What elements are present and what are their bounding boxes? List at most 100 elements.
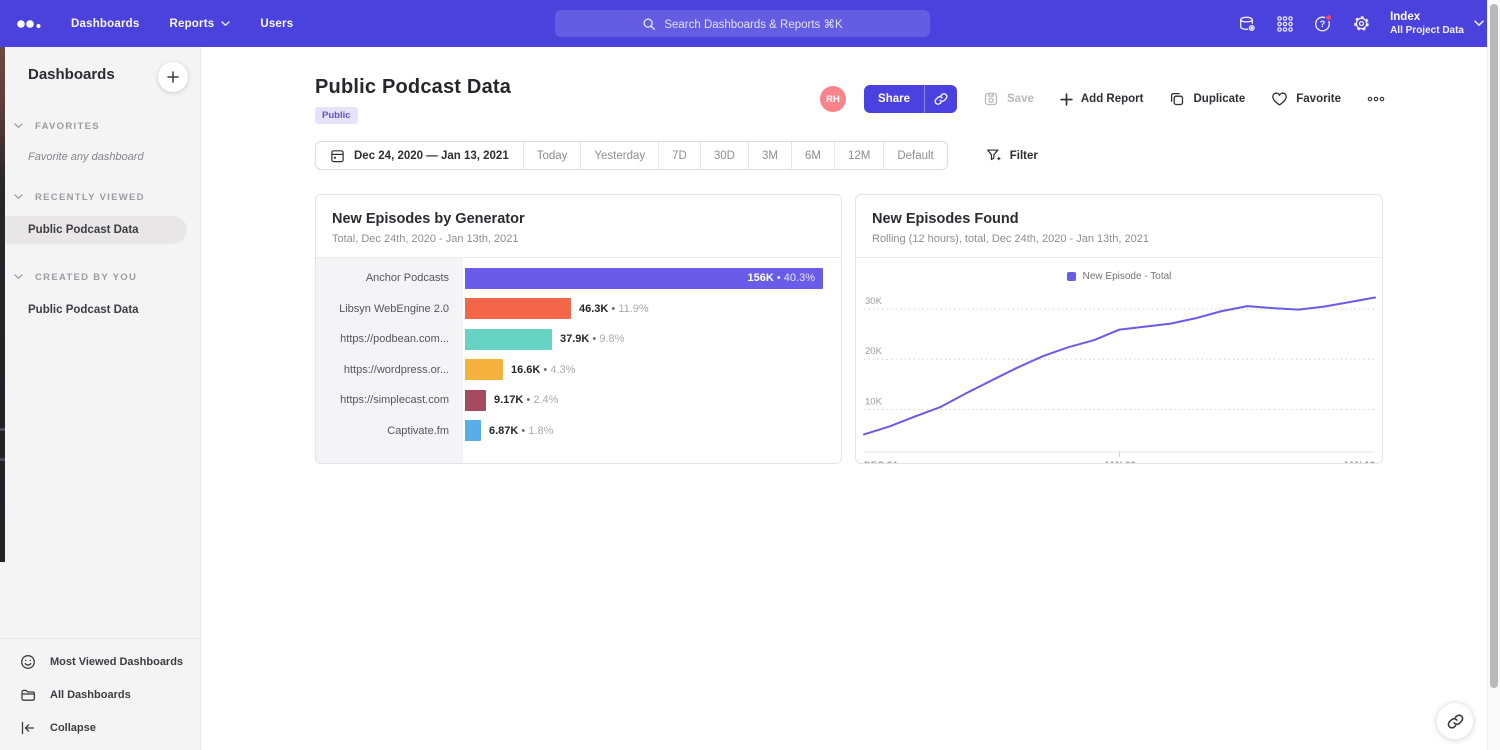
preset-30d[interactable]: 30D — [700, 142, 748, 169]
nav-item-reports[interactable]: Reports — [169, 18, 230, 30]
collapse-sidebar-button[interactable]: Collapse — [0, 711, 200, 744]
preset-default[interactable]: Default — [883, 142, 946, 169]
main-content: Public Podcast Data Public RH Share Save — [201, 47, 1487, 750]
sidebar-item-public-podcast-data[interactable]: Public Podcast Data — [0, 296, 200, 324]
bar-value-label: 6.87K • 1.8% — [489, 425, 553, 437]
bar-https-simplecast-com[interactable] — [465, 390, 486, 411]
project-selector[interactable]: Index All Project Data — [1390, 10, 1484, 38]
bar-category-label: https://simplecast.com — [316, 394, 463, 406]
favorite-label: Favorite — [1296, 93, 1341, 105]
footer-item-label: Most Viewed Dashboards — [50, 656, 183, 668]
share-link-button[interactable] — [924, 85, 957, 113]
chevron-down-icon — [14, 274, 23, 280]
duplicate-button[interactable]: Duplicate — [1169, 91, 1245, 107]
share-button-label[interactable]: Share — [864, 85, 924, 113]
scrollbar-track[interactable] — [1487, 0, 1500, 750]
app-root: Dashboards Reports Users Search Dashboards… — [0, 0, 1500, 750]
calendar-icon — [330, 148, 345, 163]
sidebar-section-favorites[interactable]: FAVORITES — [0, 119, 200, 133]
line-chart-card: New Episodes Found Rolling (12 hours), t… — [855, 194, 1383, 464]
more-options-button[interactable] — [1367, 92, 1385, 106]
bar-https-wordpress-or[interactable] — [465, 359, 503, 380]
bar-value-label: 37.9K • 9.8% — [560, 333, 624, 345]
save-icon — [983, 91, 999, 107]
sidebar-section-recently-viewed[interactable]: RECENTLY VIEWED — [0, 190, 200, 204]
sidebar: Dashboards FAVORITESFavorite any dashboa… — [0, 47, 201, 750]
card-subtitle: Rolling (12 hours), total, Dec 24th, 202… — [872, 233, 1366, 245]
avatar[interactable]: RH — [820, 86, 846, 112]
help-icon[interactable]: ? — [1306, 7, 1340, 41]
public-badge: Public — [315, 107, 358, 124]
section-label: FAVORITES — [35, 121, 100, 132]
chart-legend[interactable]: New Episode - Total — [856, 258, 1382, 284]
sidebar-section-created-by-you[interactable]: CREATED BY YOU — [0, 270, 200, 284]
sidebar-footer: Most Viewed Dashboards All Dashboards Co… — [0, 638, 200, 744]
nav-item-dashboards[interactable]: Dashboards — [71, 18, 139, 30]
apps-grid-icon[interactable] — [1268, 7, 1302, 41]
copy-link-fab[interactable] — [1436, 702, 1474, 740]
data-management-icon[interactable] — [1230, 7, 1264, 41]
date-toolbar: Dec 24, 2020 — Jan 13, 2021 TodayYesterd… — [315, 141, 1385, 170]
line-series — [864, 298, 1375, 435]
preset-3m[interactable]: 3M — [748, 142, 791, 169]
filter-button[interactable]: Filter — [986, 148, 1038, 163]
bar-row: https://podbean.com... 37.9K • 9.8% — [316, 324, 841, 355]
primary-nav: Dashboards Reports Users — [71, 18, 293, 30]
bar-row: Anchor Podcasts 156K • 40.3% — [316, 263, 841, 294]
sidebar-item-public-podcast-data[interactable]: Public Podcast Data — [0, 216, 187, 244]
add-report-label: Add Report — [1081, 93, 1144, 105]
bar-category-label: Anchor Podcasts — [316, 272, 463, 284]
bar-captivate-fm[interactable] — [465, 420, 481, 441]
logo-dots-icon[interactable] — [16, 16, 43, 32]
most-viewed-dashboards-button[interactable]: Most Viewed Dashboards — [0, 645, 200, 678]
section-label: CREATED BY YOU — [35, 272, 137, 283]
date-range-picker[interactable]: Dec 24, 2020 — Jan 13, 2021 — [316, 142, 523, 169]
save-button[interactable]: Save — [983, 91, 1034, 107]
date-range-control: Dec 24, 2020 — Jan 13, 2021 TodayYesterd… — [315, 141, 948, 170]
chevron-down-icon — [221, 21, 230, 27]
share-button[interactable]: Share — [864, 85, 957, 113]
preset-7d[interactable]: 7D — [658, 142, 700, 169]
scrollbar-thumb[interactable] — [1490, 4, 1498, 688]
preset-12m[interactable]: 12M — [834, 142, 883, 169]
all-dashboards-button[interactable]: All Dashboards — [0, 678, 200, 711]
page-title: Public Podcast Data — [315, 76, 511, 99]
bar-row: https://wordpress.or...16.6K • 4.3% — [316, 355, 841, 386]
add-report-button[interactable]: Add Report — [1060, 93, 1144, 106]
line-chart: 10K20K30KDEC 24JAN 03JAN 13 — [856, 284, 1382, 464]
preset-today[interactable]: Today — [523, 142, 581, 169]
save-button-label: Save — [1007, 93, 1034, 105]
heart-icon — [1271, 91, 1288, 107]
nav-item-users[interactable]: Users — [260, 18, 293, 30]
bar-value-label: 156K • 40.3% — [748, 272, 823, 284]
collapse-icon — [20, 720, 36, 736]
y-axis-tick-label: 20K — [865, 346, 883, 357]
bar-row: https://simplecast.com9.17K • 2.4% — [316, 385, 841, 416]
legend-swatch — [1067, 272, 1076, 281]
filter-label: Filter — [1010, 150, 1038, 162]
bar-category-label: Captivate.fm — [316, 425, 463, 437]
search-input[interactable]: Search Dashboards & Reports ⌘K — [555, 10, 930, 37]
legend-label: New Episode - Total — [1083, 271, 1172, 282]
chevron-down-icon — [14, 194, 23, 200]
bar-libsyn-webengine-2-0[interactable] — [465, 298, 571, 319]
preset-6m[interactable]: 6M — [791, 142, 834, 169]
filter-icon — [986, 148, 1001, 163]
settings-gear-icon[interactable] — [1344, 7, 1378, 41]
link-icon — [934, 92, 948, 106]
bar-category-label: https://podbean.com... — [316, 333, 463, 345]
sidebar-title: Dashboards — [28, 62, 115, 83]
plus-icon — [167, 71, 179, 83]
link-icon — [1447, 713, 1464, 730]
x-axis-label: DEC 24 — [864, 460, 898, 464]
favorite-button[interactable]: Favorite — [1271, 91, 1341, 107]
bar-https-podbean-com[interactable] — [465, 329, 552, 350]
smiley-icon — [20, 654, 36, 670]
chevron-down-icon — [1474, 20, 1484, 27]
preset-yesterday[interactable]: Yesterday — [580, 142, 658, 169]
bar-anchor-podcasts[interactable]: 156K • 40.3% — [465, 268, 823, 289]
date-range-label: Dec 24, 2020 — Jan 13, 2021 — [354, 150, 509, 162]
footer-item-label: Collapse — [50, 722, 96, 734]
bar-category-label: https://wordpress.or... — [316, 364, 463, 376]
add-dashboard-button[interactable] — [158, 62, 188, 92]
